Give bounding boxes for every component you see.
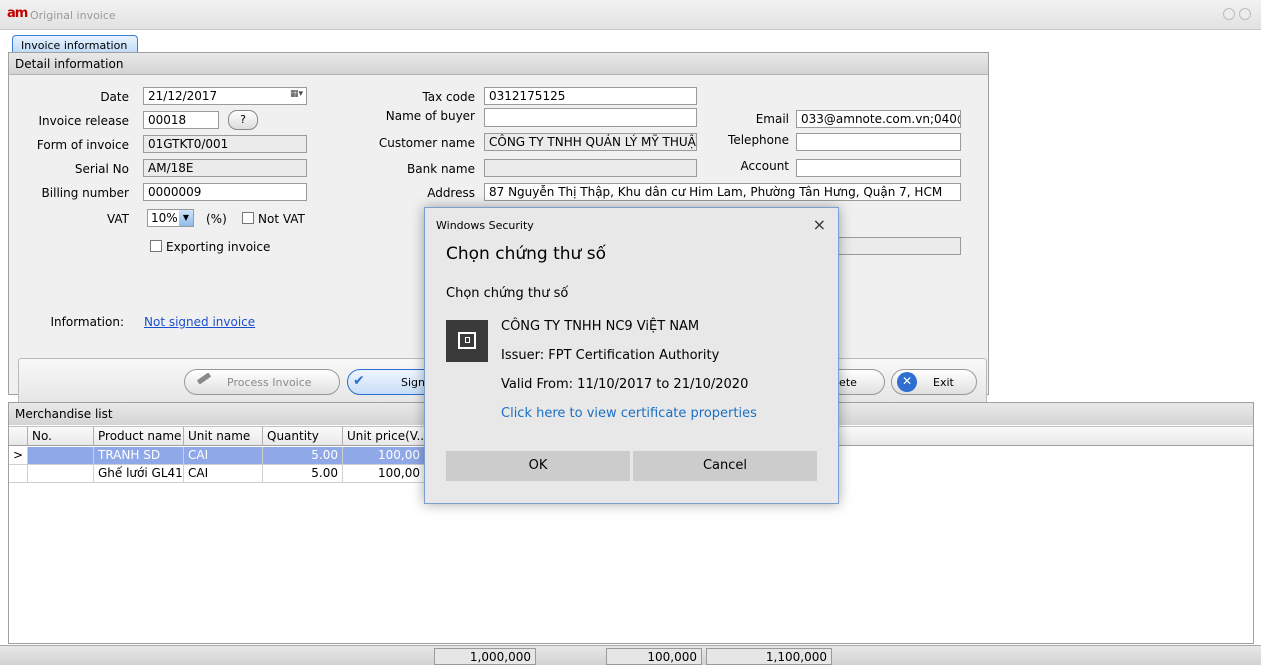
row-indicator (9, 465, 28, 483)
customer-name-field: CÔNG TY TNHH QUẢN LÝ MỸ THUẬT (484, 133, 697, 151)
column-header[interactable]: Unit name (184, 427, 263, 446)
email-field[interactable]: 033@amnote.com.vn;040@ (796, 110, 961, 128)
cell-unit[interactable]: CAI (184, 465, 263, 483)
minimize-icon[interactable] (1223, 8, 1235, 20)
vat-value: 10% (151, 211, 178, 225)
billing-number-label: Billing number (41, 186, 129, 200)
account-field[interactable] (796, 159, 961, 177)
window-title: Original invoice (30, 9, 116, 22)
not-vat-checkbox[interactable] (242, 212, 254, 224)
column-header[interactable]: Unit price(V... (343, 427, 425, 446)
title-bar: am Original invoice (0, 0, 1261, 30)
cell-no[interactable] (28, 465, 94, 483)
vat-select[interactable]: 10% ▼ (147, 209, 194, 227)
exporting-invoice-checkbox[interactable] (150, 240, 162, 252)
chevron-down-icon[interactable]: ▼ (179, 210, 193, 226)
app-logo: am (7, 6, 28, 21)
cell-quantity[interactable]: 5.00 (263, 465, 343, 483)
address-field[interactable]: 87 Nguyễn Thị Thập, Khu dân cư Him Lam, … (484, 183, 961, 201)
total-payment: 1,100,000 (706, 648, 832, 665)
total-vat: 100,000 (606, 648, 702, 665)
serial-no-label: Serial No (74, 162, 129, 176)
dialog-window-title: Windows Security (436, 219, 534, 232)
dialog-heading: Chọn chứng thư số (446, 244, 606, 264)
cell-unit[interactable]: CAI (184, 447, 263, 465)
totals-bar: 1,000,000 100,000 1,100,000 (0, 645, 1261, 665)
row-indicator: > (9, 447, 28, 465)
cell-no[interactable] (28, 447, 94, 465)
bank-name-label: Bank name (407, 162, 475, 176)
close-icon[interactable]: × (813, 215, 826, 234)
invoice-release-label: Invoice release (38, 114, 129, 128)
form-of-invoice-field: 01GTKT0/001 (143, 135, 307, 153)
telephone-label: Telephone (728, 133, 789, 147)
name-of-buyer-field[interactable] (484, 108, 697, 127)
invoice-release-field[interactable]: 00018 (143, 111, 219, 129)
calendar-icon[interactable]: ▦▾ (290, 89, 303, 99)
certificate-dialog: Windows Security × Chọn chứng thư số Chọ… (424, 207, 839, 504)
address-label: Address (427, 186, 475, 200)
cell-price[interactable]: 100,00 (343, 447, 425, 465)
form-of-invoice-label: Form of invoice (36, 138, 129, 152)
help-button[interactable]: ? (228, 110, 258, 130)
information-label: Information: (50, 315, 124, 329)
pencil-icon (196, 372, 212, 385)
column-header[interactable]: Quantity (263, 427, 343, 446)
cancel-button[interactable]: Cancel (633, 451, 817, 481)
certificate-name[interactable]: CÔNG TY TNHH NC9 ViỆT NAM (501, 319, 699, 334)
column-header[interactable]: No. (28, 427, 94, 446)
billing-number-field[interactable]: 0000009 (143, 183, 307, 201)
certificate-icon (446, 320, 488, 362)
total-amount: 1,000,000 (434, 648, 536, 665)
telephone-field[interactable] (796, 133, 961, 151)
account-label: Account (740, 159, 789, 173)
tax-code-label: Tax code (422, 90, 475, 104)
detail-header: Detail information (9, 53, 988, 75)
serial-no-field: AM/18E (143, 159, 307, 177)
not-signed-invoice-link[interactable]: Not signed invoice (144, 315, 255, 329)
cell-quantity[interactable]: 5.00 (263, 447, 343, 465)
not-vat-label: Not VAT (258, 212, 305, 226)
name-of-buyer-label: Name of buyer (385, 109, 475, 123)
ok-button[interactable]: OK (446, 451, 630, 481)
exporting-invoice-label: Exporting invoice (166, 240, 271, 254)
date-value: 21/12/2017 (148, 89, 218, 103)
cell-price[interactable]: 100,00 (343, 465, 425, 483)
bank-name-field (484, 159, 697, 177)
customer-name-label: Customer name (378, 136, 475, 150)
certificate-issuer: Issuer: FPT Certification Authority (501, 348, 720, 363)
view-certificate-link[interactable]: Click here to view certificate propertie… (501, 406, 757, 421)
certificate-validity: Valid From: 11/10/2017 to 21/10/2020 (501, 377, 749, 392)
close-icon: ✕ (897, 372, 917, 392)
check-icon: ✔ (353, 373, 365, 389)
dialog-subheading: Chọn chứng thư số (446, 286, 569, 301)
column-header[interactable]: Product name (94, 427, 184, 446)
tax-code-field[interactable]: 0312175125 (484, 87, 697, 105)
vat-label: VAT (106, 212, 129, 226)
email-label: Email (755, 112, 789, 126)
vat-unit-label: (%) (206, 212, 227, 226)
cell-product[interactable]: TRANH SD (94, 447, 184, 465)
date-label: Date (100, 90, 129, 104)
exit-button[interactable]: ✕ Exit (891, 369, 977, 395)
close-window-icon[interactable] (1239, 8, 1251, 20)
process-invoice-button[interactable]: Process Invoice (184, 369, 340, 395)
row-indicator-header (9, 427, 28, 446)
cell-product[interactable]: Ghế lưới GL417 (94, 465, 184, 483)
date-field[interactable]: 21/12/2017 ▦▾ (143, 87, 307, 105)
